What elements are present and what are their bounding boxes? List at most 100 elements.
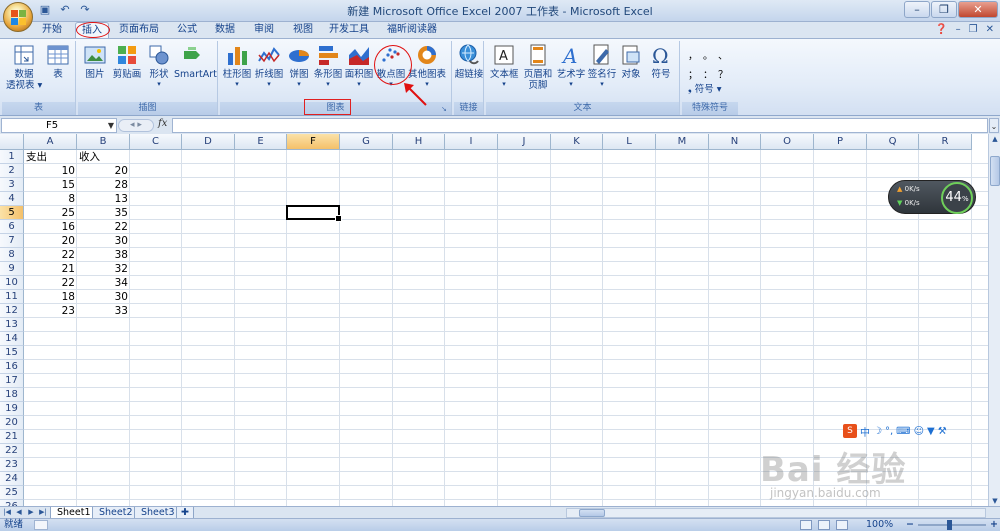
skin-icon[interactable]: ▼ xyxy=(927,426,935,437)
header-footer-button[interactable]: 页眉和 页脚 xyxy=(522,43,554,91)
cell-a4[interactable]: 8 xyxy=(24,192,77,206)
pivot-table-button[interactable]: 数据 透视表 ▾ xyxy=(6,43,42,91)
symbol-question[interactable]: ？ xyxy=(718,66,733,81)
cell-b12[interactable]: 33 xyxy=(77,304,130,318)
signature-line-button[interactable]: 签名行 ▾ xyxy=(586,43,618,88)
row-header-16[interactable]: 16 xyxy=(0,360,24,374)
column-header-b[interactable]: B xyxy=(77,134,130,150)
expand-formula-bar-icon[interactable]: ⌄ xyxy=(989,118,999,133)
wrench-icon[interactable]: ⚒ xyxy=(938,426,947,437)
cell-a6[interactable]: 16 xyxy=(24,220,77,234)
column-header-m[interactable]: M xyxy=(656,134,709,150)
tab-developer[interactable]: 开发工具 xyxy=(326,22,372,38)
row-header-8[interactable]: 8 xyxy=(0,248,24,262)
page-layout-view-icon[interactable] xyxy=(818,520,830,530)
formula-bar-toggle[interactable]: ◂ ▸ xyxy=(118,119,154,132)
minimize-button[interactable]: – xyxy=(904,1,930,18)
column-header-k[interactable]: K xyxy=(551,134,603,150)
column-header-f[interactable]: F xyxy=(287,134,340,150)
vertical-scroll-thumb[interactable] xyxy=(990,156,1000,186)
cell-b2[interactable]: 20 xyxy=(77,164,130,178)
row-header-19[interactable]: 19 xyxy=(0,402,24,416)
tab-view[interactable]: 视图 xyxy=(288,22,318,38)
column-header-e[interactable]: E xyxy=(235,134,287,150)
keyboard-icon[interactable]: ⌨ xyxy=(896,426,910,437)
cell-a10[interactable]: 22 xyxy=(24,276,77,290)
cell-a8[interactable]: 22 xyxy=(24,248,77,262)
zoom-out-button[interactable]: − xyxy=(906,519,914,531)
user-icon[interactable]: ☺ xyxy=(914,426,924,437)
office-button[interactable] xyxy=(3,2,33,32)
other-charts-button[interactable]: 其他图表 ▾ xyxy=(408,43,446,88)
last-sheet-icon[interactable]: ▶| xyxy=(38,507,48,518)
normal-view-icon[interactable] xyxy=(800,520,812,530)
network-speed-widget[interactable]: ▲ 0K/s ▼ 0K/s 44% xyxy=(888,180,976,214)
maximize-button[interactable]: ❐ xyxy=(931,1,957,18)
ribbon-close-icon[interactable]: ✕ xyxy=(986,24,994,35)
ribbon-restore-icon[interactable]: ❐ xyxy=(969,24,978,35)
row-header-13[interactable]: 13 xyxy=(0,318,24,332)
cell-b9[interactable]: 32 xyxy=(77,262,130,276)
vertical-scrollbar[interactable]: ▲ ▼ xyxy=(988,134,1000,506)
tab-formulas[interactable]: 公式 xyxy=(172,22,202,38)
shapes-button[interactable]: 形状 ▾ xyxy=(146,43,172,88)
scroll-down-icon[interactable]: ▼ xyxy=(989,496,1000,506)
row-header-2[interactable]: 2 xyxy=(0,164,24,178)
cell-b7[interactable]: 30 xyxy=(77,234,130,248)
row-header-9[interactable]: 9 xyxy=(0,262,24,276)
cell-a7[interactable]: 20 xyxy=(24,234,77,248)
horizontal-scroll-thumb[interactable] xyxy=(579,509,605,517)
column-header-i[interactable]: I xyxy=(445,134,498,150)
name-box[interactable]: F5 ▼ xyxy=(1,118,117,133)
column-header-h[interactable]: H xyxy=(393,134,445,150)
cell-b5[interactable]: 35 xyxy=(77,206,130,220)
tab-home[interactable]: 开始 xyxy=(37,22,67,38)
cell-b1[interactable]: 收入 xyxy=(77,150,130,164)
first-sheet-icon[interactable]: |◀ xyxy=(2,507,12,518)
zoom-slider-knob[interactable] xyxy=(947,520,952,530)
area-chart-button[interactable]: 面积图 ▾ xyxy=(344,43,374,88)
cell-a2[interactable]: 10 xyxy=(24,164,77,178)
text-box-button[interactable]: A 文本框 ▾ xyxy=(490,43,519,88)
select-all-corner[interactable] xyxy=(0,134,24,150)
bar-chart-button[interactable]: 条形图 ▾ xyxy=(313,43,343,88)
cell-a1[interactable]: 支出 xyxy=(24,150,77,164)
zoom-in-button[interactable]: + xyxy=(990,519,998,531)
cell-a11[interactable]: 18 xyxy=(24,290,77,304)
help-icon[interactable]: ❓ xyxy=(935,24,947,35)
cell-b3[interactable]: 28 xyxy=(77,178,130,192)
charts-dialog-launcher-icon[interactable]: ↘ xyxy=(441,105,449,113)
column-header-o[interactable]: O xyxy=(761,134,814,150)
prev-sheet-icon[interactable]: ◀ xyxy=(14,507,24,518)
zoom-slider[interactable] xyxy=(918,524,986,526)
row-header-21[interactable]: 21 xyxy=(0,430,24,444)
active-cell-f5[interactable] xyxy=(286,205,342,222)
cell-b11[interactable]: 30 xyxy=(77,290,130,304)
pie-chart-button[interactable]: 饼图 ▾ xyxy=(286,43,312,88)
symbol-comma[interactable]: ， xyxy=(688,47,703,62)
symbol-button[interactable]: Ω 符号 xyxy=(646,43,676,80)
column-header-g[interactable]: G xyxy=(340,134,393,150)
row-header-3[interactable]: 3 xyxy=(0,178,24,192)
row-header-23[interactable]: 23 xyxy=(0,458,24,472)
column-header-d[interactable]: D xyxy=(182,134,235,150)
tab-foxit-reader[interactable]: 福昕阅读器 xyxy=(384,22,440,38)
insert-function-button[interactable]: fx xyxy=(158,118,167,129)
scatter-chart-button[interactable]: 散点图 ▾ xyxy=(376,43,406,88)
row-header-14[interactable]: 14 xyxy=(0,332,24,346)
row-header-20[interactable]: 20 xyxy=(0,416,24,430)
column-header-p[interactable]: P xyxy=(814,134,867,150)
close-button[interactable]: ✕ xyxy=(958,1,998,18)
ribbon-minimize-icon[interactable]: – xyxy=(956,24,961,35)
line-chart-button[interactable]: 折线图 ▾ xyxy=(253,43,285,88)
column-header-l[interactable]: L xyxy=(603,134,656,150)
row-header-22[interactable]: 22 xyxy=(0,444,24,458)
macro-record-icon[interactable] xyxy=(34,520,48,530)
formula-input[interactable] xyxy=(172,118,988,133)
tab-data[interactable]: 数据 xyxy=(210,22,240,38)
tab-review[interactable]: 审阅 xyxy=(249,22,279,38)
row-header-18[interactable]: 18 xyxy=(0,388,24,402)
symbol-semicolon[interactable]: ； xyxy=(688,66,703,81)
column-header-r[interactable]: R xyxy=(919,134,972,150)
tab-page-layout[interactable]: 页面布局 xyxy=(116,22,162,38)
